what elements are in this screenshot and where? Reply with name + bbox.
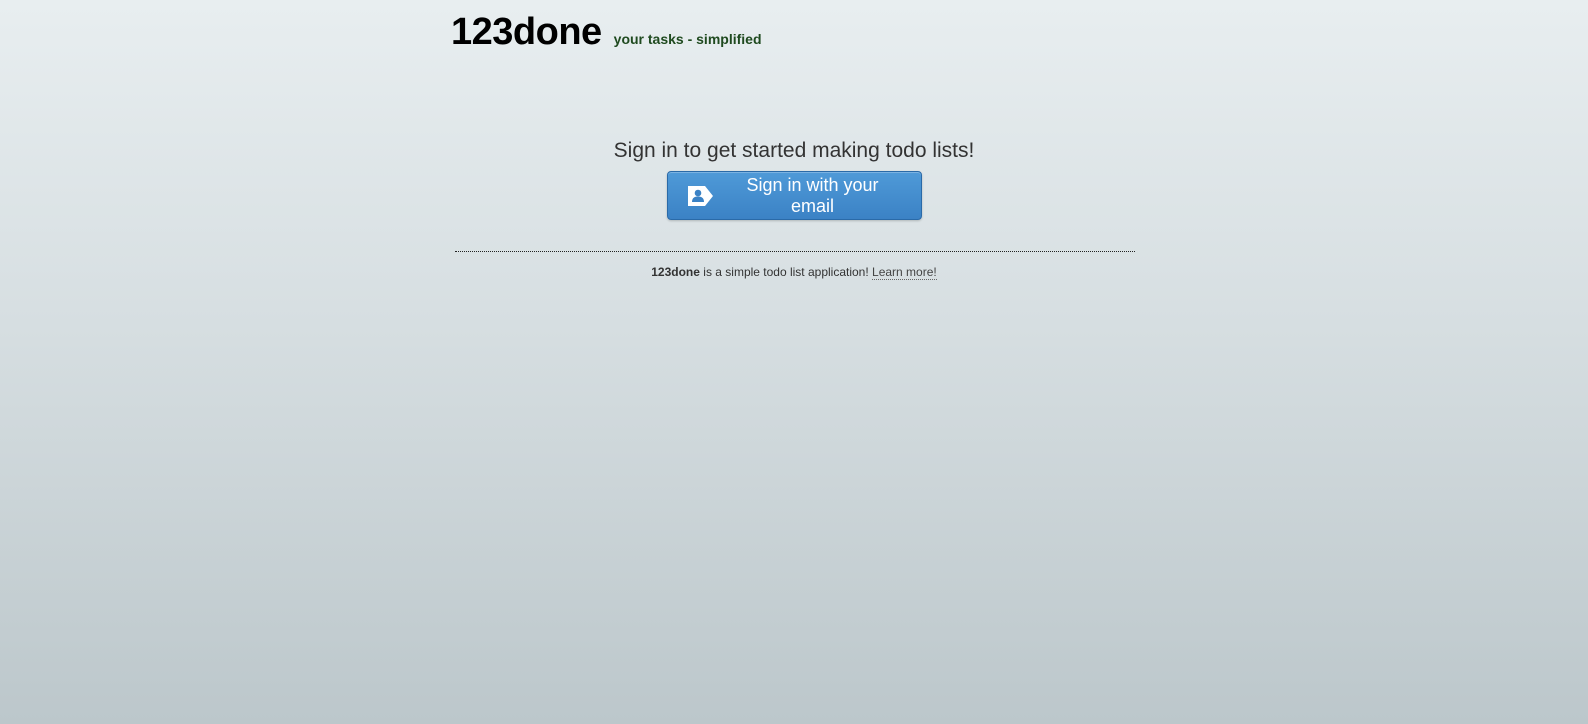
persona-badge-icon	[686, 185, 714, 207]
footer-description: is a simple todo list application!	[699, 265, 873, 279]
signin-section: Sign in to get started making todo lists…	[0, 138, 1588, 220]
footer: 123done is a simple todo list applicatio…	[0, 265, 1588, 280]
tagline: your tasks - simplified	[613, 31, 762, 47]
divider	[455, 251, 1135, 252]
signin-button-label: Sign in with your email	[746, 174, 879, 216]
signin-prompt: Sign in to get started making todo lists…	[613, 139, 975, 162]
learn-more-link[interactable]: Learn more!	[872, 265, 937, 280]
signin-email-button[interactable]: Sign in with your email	[666, 171, 922, 220]
site-header: 123done your tasks - simplified	[451, 10, 762, 54]
page: { "header": { "brand": "123done", "tagli…	[0, 0, 1588, 724]
brand-title: 123done	[451, 11, 602, 53]
footer-app-name: 123done	[651, 265, 700, 279]
